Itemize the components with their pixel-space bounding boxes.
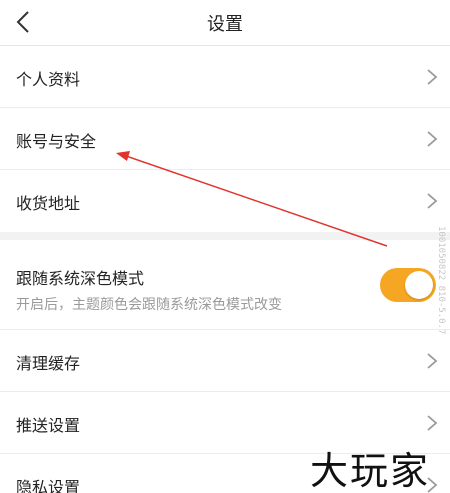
chevron-right-icon xyxy=(427,415,438,431)
settings-item-label: 隐私设置 xyxy=(16,478,81,493)
side-version-text: 1001050822 810-5.0.7 xyxy=(436,226,446,335)
settings-item-label: 收货地址 xyxy=(16,194,81,213)
section-divider xyxy=(0,232,450,240)
settings-item-label: 推送设置 xyxy=(16,416,81,435)
settings-item-profile[interactable]: 个人资料 xyxy=(0,46,450,108)
chevron-right-icon xyxy=(427,131,438,147)
settings-item-account-security[interactable]: 账号与安全 xyxy=(0,108,450,170)
watermark-text: 大玩家 xyxy=(310,449,431,493)
settings-item-label: 个人资料 xyxy=(16,70,81,89)
chevron-right-icon xyxy=(427,193,438,209)
dark-mode-description: 开启后，主题颜色会跟随系统深色模式改变 xyxy=(16,297,282,313)
display-section: 跟随系统深色模式 开启后，主题颜色会跟随系统深色模式改变 xyxy=(0,240,450,330)
settings-item-shipping-address[interactable]: 收货地址 xyxy=(0,170,450,232)
chevron-right-icon xyxy=(427,353,438,369)
settings-item-label: 清理缓存 xyxy=(16,354,81,373)
settings-item-clear-cache[interactable]: 清理缓存 xyxy=(0,330,450,392)
page-title: 设置 xyxy=(207,14,243,35)
settings-item-label: 账号与安全 xyxy=(16,132,97,151)
settings-item-dark-mode: 跟随系统深色模式 开启后，主题颜色会跟随系统深色模式改变 xyxy=(0,240,450,330)
dark-mode-label: 跟随系统深色模式 xyxy=(16,269,145,288)
account-section: 个人资料 账号与安全 收货地址 xyxy=(0,46,450,232)
chevron-right-icon xyxy=(427,69,438,85)
top-bar: 设置 xyxy=(0,0,450,46)
